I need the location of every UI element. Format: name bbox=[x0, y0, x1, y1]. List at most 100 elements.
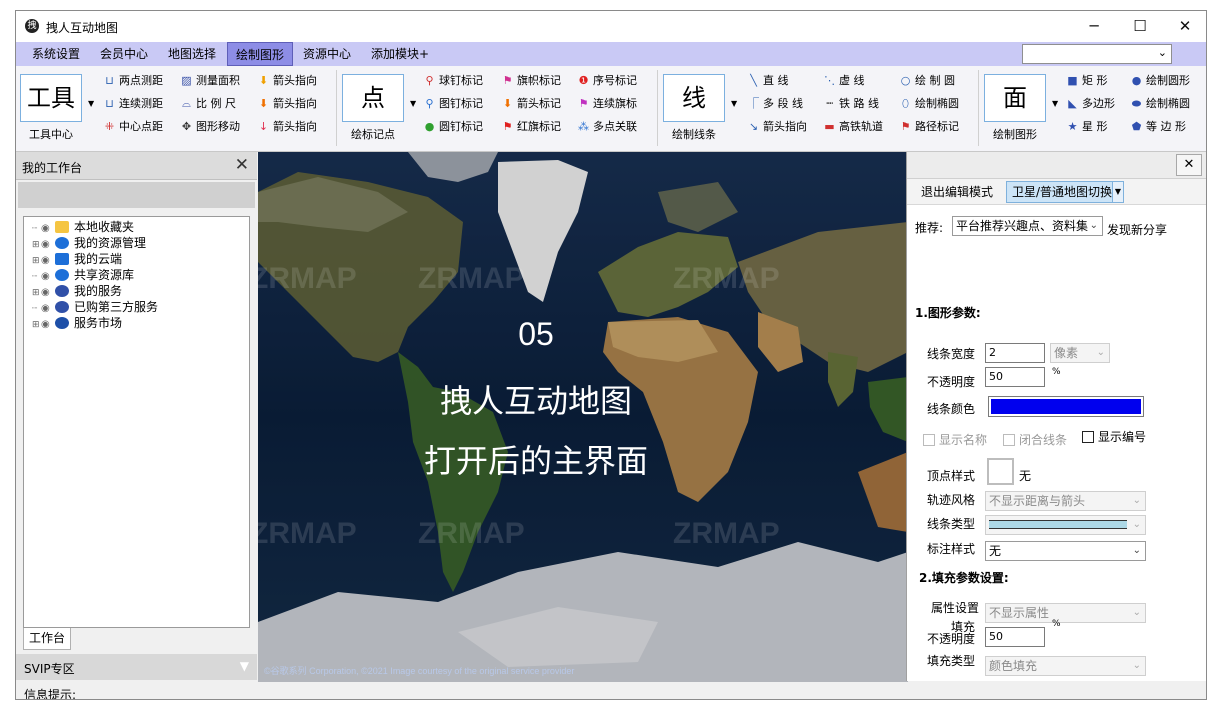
tool-arrow-2[interactable]: ⬇ 箭头指向 bbox=[256, 95, 317, 113]
close-button[interactable]: ✕ bbox=[1162, 11, 1206, 42]
recommend-select[interactable]: 平台推荐兴趣点、资料集 ⌄ bbox=[952, 216, 1103, 236]
draw-point-label: 绘标记点 bbox=[351, 128, 395, 141]
line-width-label: 线条宽度 bbox=[927, 347, 976, 361]
tool-arrow-1[interactable]: ⬇ 箭头指向 bbox=[256, 72, 317, 90]
line-color-picker[interactable] bbox=[988, 396, 1144, 417]
show-name-checkbox[interactable]: 显示名称 bbox=[923, 431, 987, 448]
tool-move-shape[interactable]: ✥ 图形移动 bbox=[179, 118, 240, 136]
menu-map-select[interactable]: 地图选择 bbox=[160, 42, 224, 66]
expand-icon[interactable]: ⊞ bbox=[32, 317, 41, 333]
shape-ellipse[interactable]: ⬬ 绘制椭圆 bbox=[1129, 95, 1190, 113]
tree-item-my-resources[interactable]: ⊞◉ 我的资源管理 bbox=[32, 235, 146, 251]
discover-share-link[interactable]: 发现新分享 bbox=[1107, 221, 1167, 238]
line-width-unit-select[interactable]: 像素 ⌄ bbox=[1050, 343, 1110, 363]
tool-center-button[interactable]: 工具 bbox=[20, 74, 82, 122]
line-ellipse[interactable]: ⬯ 绘制椭圆 bbox=[898, 95, 959, 113]
line-railway[interactable]: ┉ 铁 路 线 bbox=[822, 95, 879, 113]
chevron-down-icon: ⌄ bbox=[1132, 545, 1141, 556]
tool-scale[interactable]: ⌓ 比 例 尺 bbox=[179, 95, 236, 113]
line-width-input[interactable]: 2 bbox=[985, 343, 1045, 363]
tree-item-shared-library[interactable]: ┈ ◉ 共享资源库 bbox=[32, 267, 134, 283]
close-line-checkbox[interactable]: 闭合线条 bbox=[1003, 431, 1067, 448]
svip-section[interactable]: SVIP专区 ▼ bbox=[16, 654, 257, 680]
tree-item-service-market[interactable]: ⊞◉ 服务市场 bbox=[32, 315, 122, 331]
tool-measure-area[interactable]: ▨ 测量面积 bbox=[179, 72, 240, 90]
show-number-checkbox[interactable]: 显示编号 bbox=[1082, 428, 1146, 445]
app-window: 拽 拽人互动地图 ─ ☐ ✕ 系统设置 会员中心 地图选择 绘制图形 资源中心 … bbox=[15, 10, 1207, 700]
tool-continuous-distance[interactable]: ⊔ 连续测距 bbox=[102, 95, 163, 113]
fill-opacity-input[interactable]: 50 bbox=[985, 627, 1045, 647]
tab-exit-edit-mode[interactable]: 退出编辑模式 bbox=[921, 183, 993, 200]
opacity-input[interactable]: 50 bbox=[985, 367, 1045, 387]
number-badge-icon: ❶ bbox=[578, 74, 589, 87]
point-number[interactable]: ❶ 序号标记 bbox=[576, 72, 637, 90]
red-flag-icon: ⚑ bbox=[502, 120, 513, 133]
track-style-label: 轨迹风格 bbox=[927, 493, 976, 507]
shape-star[interactable]: ★ 星 形 bbox=[1065, 118, 1108, 136]
line-arrow[interactable]: ↘ 箭头指向 bbox=[746, 118, 807, 136]
center-point-icon: ⁜ bbox=[104, 120, 115, 133]
eye-icon[interactable]: ◉ bbox=[41, 317, 55, 333]
shape-regular-polygon[interactable]: ⬟ 等 边 形 bbox=[1129, 118, 1186, 136]
shape-rectangle[interactable]: ■ 矩 形 bbox=[1065, 72, 1107, 90]
shape-circle[interactable]: ● 绘制圆形 bbox=[1129, 72, 1190, 90]
menu-member-center[interactable]: 会员中心 bbox=[92, 42, 156, 66]
track-style-select[interactable]: 不显示距离与箭头 ⌄ bbox=[985, 491, 1146, 511]
tree-item-my-cloud[interactable]: ⊞◉ 我的云端 bbox=[32, 251, 122, 267]
shape-polygon[interactable]: ◣ 多边形 bbox=[1065, 95, 1115, 113]
attr-setting-select[interactable]: 不显示属性 ⌄ bbox=[985, 603, 1146, 623]
maximize-button[interactable]: ☐ bbox=[1117, 11, 1163, 42]
menu-resource-center[interactable]: 资源中心 bbox=[295, 42, 359, 66]
close-icon[interactable]: ✕ bbox=[235, 155, 249, 175]
line-high-speed-rail[interactable]: ▬ 高铁轨道 bbox=[822, 118, 883, 136]
resource-tree: ┈ ◉ 本地收藏夹 ⊞◉ 我的资源管理 ⊞◉ 我的云端 ┈ ◉ 共享资源库 ⊞◉ 我的服务 ┈… bbox=[23, 216, 250, 628]
label-style-select[interactable]: 无 ⌄ bbox=[985, 541, 1146, 561]
dropdown-arrow-icon[interactable]: ▼ bbox=[731, 99, 737, 108]
vertex-style-swatch[interactable] bbox=[987, 458, 1014, 485]
point-round-pin[interactable]: ● 圆钉标记 bbox=[422, 118, 483, 136]
point-flag[interactable]: ⚑ 旗帜标记 bbox=[500, 72, 561, 90]
tool-two-point-distance[interactable]: ⊔ 两点测距 bbox=[102, 72, 163, 90]
line-polyline[interactable]: ⎾ 多 段 线 bbox=[746, 95, 803, 113]
dropdown-arrow-icon[interactable]: ▼ bbox=[410, 99, 416, 108]
tool-center-distance[interactable]: ⁜ 中心点距 bbox=[102, 118, 163, 136]
share-icon bbox=[55, 237, 69, 249]
dropdown-arrow-icon[interactable]: ▼ bbox=[88, 99, 94, 108]
tab-workbench[interactable]: 工作台 bbox=[23, 628, 71, 650]
map-view[interactable]: ZRMAP ZRMAP ZRMAP ZRMAP ZRMAP ZRMAP 05 拽… bbox=[258, 152, 908, 682]
point-arrow[interactable]: ⬇ 箭头标记 bbox=[500, 95, 561, 113]
dropdown-arrow-icon[interactable]: ▼ bbox=[1052, 99, 1058, 108]
panel-header: ✕ bbox=[907, 152, 1206, 179]
point-red-flag[interactable]: ⚑ 红旗标记 bbox=[500, 118, 561, 136]
line-dashed[interactable]: ⋱ 虚 线 bbox=[822, 72, 865, 90]
point-pin[interactable]: ⚲ 图钉标记 bbox=[422, 95, 483, 113]
tree-item-my-services[interactable]: ⊞◉ 我的服务 bbox=[32, 283, 122, 299]
menu-system-settings[interactable]: 系统设置 bbox=[24, 42, 88, 66]
menu-draw-shapes[interactable]: 绘制图形 bbox=[227, 42, 294, 66]
arrow-down-icon: ↓ bbox=[258, 120, 269, 133]
panel-close-button[interactable]: ✕ bbox=[1176, 154, 1202, 176]
tree-item-purchased-services[interactable]: ┈ ◉ 已购第三方服务 bbox=[32, 299, 158, 315]
point-continuous-flag[interactable]: ⚑ 连续旗标 bbox=[576, 95, 637, 113]
line-straight[interactable]: ╲ 直 线 bbox=[746, 72, 788, 90]
point-pin-ball[interactable]: ⚲ 球钉标记 bbox=[422, 72, 483, 90]
tool-arrow-3[interactable]: ↓ 箭头指向 bbox=[256, 118, 317, 136]
draw-line-button[interactable]: 线 bbox=[663, 74, 725, 122]
line-circle[interactable]: ○ 绘 制 圆 bbox=[898, 72, 955, 90]
tree-item-local-favorites[interactable]: ┈ ◉ 本地收藏夹 bbox=[32, 219, 134, 235]
menu-search-combo[interactable]: ⌄ bbox=[1022, 44, 1172, 64]
menu-add-module[interactable]: 添加模块+ bbox=[363, 42, 437, 66]
fill-type-select[interactable]: 颜色填充 ⌄ bbox=[985, 656, 1146, 676]
tab-map-type-switch[interactable]: 卫星/普通地图切换 ▼ bbox=[1006, 181, 1124, 203]
point-multi-link[interactable]: ⁂ 多点关联 bbox=[576, 118, 637, 136]
line-path-mark[interactable]: ⚑ 路径标记 bbox=[898, 118, 959, 136]
chevron-down-icon: ⌄ bbox=[1089, 220, 1098, 231]
minimize-button[interactable]: ─ bbox=[1071, 11, 1117, 42]
chevron-down-icon: ⌄ bbox=[1132, 660, 1141, 671]
line-type-select[interactable]: ⌄ bbox=[985, 515, 1146, 535]
chevron-down-icon[interactable]: ▼ bbox=[1112, 181, 1124, 203]
draw-shape-button[interactable]: 面 bbox=[984, 74, 1046, 122]
pin-icon: ⚲ bbox=[425, 97, 434, 110]
draw-point-button[interactable]: 点 bbox=[342, 74, 404, 122]
arrow-line-icon: ↘ bbox=[748, 120, 759, 133]
